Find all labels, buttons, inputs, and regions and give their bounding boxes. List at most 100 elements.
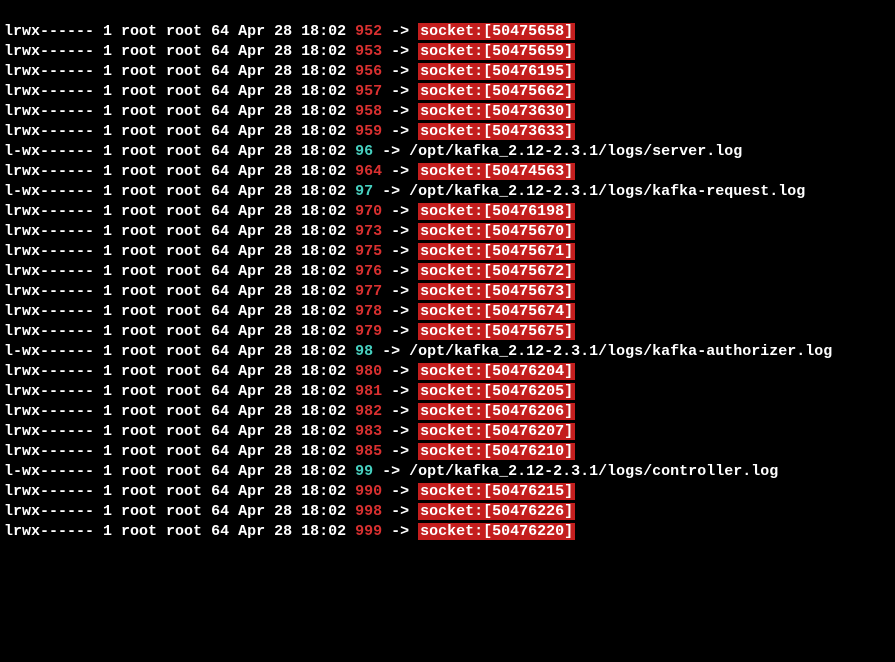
size: 64	[211, 403, 238, 420]
socket-target: socket:[50476207]	[418, 423, 575, 440]
arrow: ->	[382, 443, 418, 460]
time: 18:02	[301, 223, 355, 240]
time: 18:02	[301, 243, 355, 260]
socket-target: socket:[50475672]	[418, 263, 575, 280]
file-target: /opt/kafka_2.12-2.3.1/logs/kafka-authori…	[409, 343, 832, 360]
ls-row: lrwx------ 1 root root 64 Apr 28 18:02 9…	[4, 322, 891, 342]
permissions: lrwx------	[4, 383, 94, 400]
arrow: ->	[382, 123, 418, 140]
group: root	[166, 463, 211, 480]
date: Apr 28	[238, 83, 301, 100]
time: 18:02	[301, 463, 355, 480]
ls-row: lrwx------ 1 root root 64 Apr 28 18:02 9…	[4, 22, 891, 42]
arrow: ->	[382, 63, 418, 80]
ls-row: lrwx------ 1 root root 64 Apr 28 18:02 9…	[4, 242, 891, 262]
permissions: l-wx------	[4, 143, 94, 160]
size: 64	[211, 183, 238, 200]
arrow: ->	[382, 23, 418, 40]
socket-target: socket:[50476215]	[418, 483, 575, 500]
ls-row: lrwx------ 1 root root 64 Apr 28 18:02 9…	[4, 282, 891, 302]
date: Apr 28	[238, 123, 301, 140]
arrow: ->	[382, 163, 418, 180]
socket-target: socket:[50473630]	[418, 103, 575, 120]
fd-number: 976	[355, 263, 382, 280]
permissions: lrwx------	[4, 443, 94, 460]
socket-target: socket:[50476206]	[418, 403, 575, 420]
file-target: /opt/kafka_2.12-2.3.1/logs/controller.lo…	[409, 463, 778, 480]
socket-target: socket:[50475671]	[418, 243, 575, 260]
size: 64	[211, 343, 238, 360]
link-count: 1	[94, 163, 121, 180]
file-target: /opt/kafka_2.12-2.3.1/logs/kafka-request…	[409, 183, 805, 200]
group: root	[166, 443, 211, 460]
permissions: lrwx------	[4, 123, 94, 140]
arrow: ->	[382, 223, 418, 240]
fd-number: 975	[355, 243, 382, 260]
fd-number: 980	[355, 363, 382, 380]
group: root	[166, 163, 211, 180]
owner: root	[121, 523, 166, 540]
owner: root	[121, 443, 166, 460]
size: 64	[211, 63, 238, 80]
ls-row: lrwx------ 1 root root 64 Apr 28 18:02 9…	[4, 62, 891, 82]
arrow: ->	[382, 203, 418, 220]
permissions: l-wx------	[4, 343, 94, 360]
group: root	[166, 423, 211, 440]
link-count: 1	[94, 383, 121, 400]
time: 18:02	[301, 203, 355, 220]
permissions: lrwx------	[4, 523, 94, 540]
size: 64	[211, 223, 238, 240]
socket-target: socket:[50475659]	[418, 43, 575, 60]
permissions: lrwx------	[4, 203, 94, 220]
link-count: 1	[94, 523, 121, 540]
date: Apr 28	[238, 523, 301, 540]
permissions: lrwx------	[4, 163, 94, 180]
owner: root	[121, 243, 166, 260]
fd-number: 998	[355, 503, 382, 520]
ls-row: lrwx------ 1 root root 64 Apr 28 18:02 9…	[4, 102, 891, 122]
time: 18:02	[301, 263, 355, 280]
arrow: ->	[382, 483, 418, 500]
time: 18:02	[301, 303, 355, 320]
link-count: 1	[94, 83, 121, 100]
date: Apr 28	[238, 203, 301, 220]
socket-target: socket:[50476205]	[418, 383, 575, 400]
socket-target: socket:[50475662]	[418, 83, 575, 100]
link-count: 1	[94, 203, 121, 220]
permissions: l-wx------	[4, 463, 94, 480]
socket-target: socket:[50473633]	[418, 123, 575, 140]
size: 64	[211, 303, 238, 320]
link-count: 1	[94, 443, 121, 460]
socket-target: socket:[50476198]	[418, 203, 575, 220]
permissions: lrwx------	[4, 323, 94, 340]
size: 64	[211, 43, 238, 60]
link-count: 1	[94, 463, 121, 480]
date: Apr 28	[238, 63, 301, 80]
time: 18:02	[301, 23, 355, 40]
size: 64	[211, 363, 238, 380]
group: root	[166, 343, 211, 360]
permissions: lrwx------	[4, 83, 94, 100]
arrow: ->	[373, 343, 409, 360]
ls-row: lrwx------ 1 root root 64 Apr 28 18:02 9…	[4, 122, 891, 142]
group: root	[166, 123, 211, 140]
group: root	[166, 23, 211, 40]
link-count: 1	[94, 263, 121, 280]
ls-row: lrwx------ 1 root root 64 Apr 28 18:02 9…	[4, 302, 891, 322]
size: 64	[211, 83, 238, 100]
date: Apr 28	[238, 183, 301, 200]
time: 18:02	[301, 183, 355, 200]
arrow: ->	[382, 83, 418, 100]
owner: root	[121, 83, 166, 100]
owner: root	[121, 423, 166, 440]
fd-number: 973	[355, 223, 382, 240]
date: Apr 28	[238, 503, 301, 520]
date: Apr 28	[238, 323, 301, 340]
date: Apr 28	[238, 303, 301, 320]
fd-number: 96	[355, 143, 373, 160]
fd-number: 999	[355, 523, 382, 540]
permissions: lrwx------	[4, 503, 94, 520]
permissions: lrwx------	[4, 283, 94, 300]
date: Apr 28	[238, 463, 301, 480]
arrow: ->	[382, 383, 418, 400]
